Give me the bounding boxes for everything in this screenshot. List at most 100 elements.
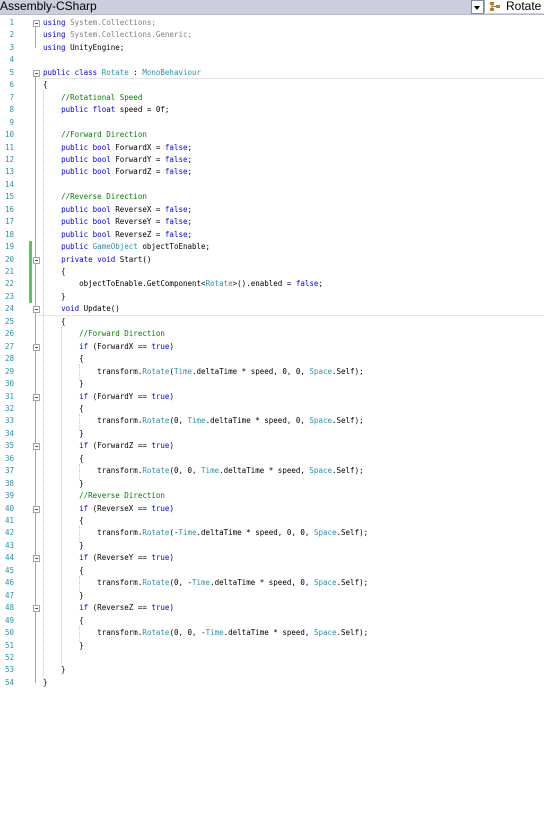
indent-guide [43,90,44,679]
code-line[interactable]: { [43,453,84,465]
code-line[interactable]: //Reverse Direction [43,191,147,203]
code-line[interactable]: } [43,378,84,390]
code-line[interactable]: if (ReverseX == true) [43,503,174,515]
line-number: 11 [4,142,14,152]
collapse-icon[interactable] [33,393,40,401]
code-line[interactable]: public bool ReverseZ = false; [43,229,192,241]
line-number: 28 [4,354,14,364]
code-line[interactable]: using System.Collections; [43,17,156,29]
collapse-icon[interactable] [33,20,40,27]
indent-guide [61,326,63,667]
line-number: 49 [4,615,14,625]
member-dropdown[interactable]: Rotate [484,0,544,13]
indent-guide [79,526,81,542]
chevron-down-icon [474,6,480,10]
line-number: 50 [4,628,14,638]
collapse-icon[interactable] [33,505,40,513]
collapse-icon[interactable] [33,306,40,314]
indent-guide [79,364,81,381]
line-number: 34 [4,428,14,438]
code-line[interactable]: transform.Rotate(0, Time.deltaTime * spe… [43,415,363,427]
code-line[interactable]: if (ReverseY == true) [43,552,174,564]
code-line[interactable]: //Rotational Speed [43,92,142,104]
code-line[interactable]: transform.Rotate(0, -Time.deltaTime * sp… [43,577,368,589]
code-line[interactable]: { [43,353,84,365]
collapse-icon[interactable] [33,555,40,563]
code-editor[interactable]: 1 using System.Collections; 2 using System.… [0,15,544,837]
code-line[interactable]: using System.Collections.Generic; [43,29,192,41]
code-line[interactable]: } [43,478,84,490]
line-number: 42 [4,528,14,538]
line-number: 4 [9,55,14,65]
code-line[interactable]: transform.Rotate(0, 0, Time.deltaTime * … [43,465,363,477]
collapse-icon[interactable] [33,443,40,451]
line-separator [38,314,544,316]
line-number: 27 [4,341,14,351]
project-dropdown[interactable]: Assembly-CSharp [0,0,97,13]
code-line[interactable]: transform.Rotate(0, 0, -Time.deltaTime *… [43,627,368,639]
code-line[interactable]: public bool ForwardY = false; [43,154,192,166]
code-line[interactable]: public bool ForwardZ = false; [43,166,192,178]
change-marker [29,241,32,304]
code-line[interactable]: } [43,291,66,303]
code-line[interactable]: { [43,316,66,328]
code-line[interactable]: } [43,540,84,552]
code-line[interactable]: { [43,615,84,627]
code-line[interactable]: } [43,640,84,652]
line-number: 44 [4,553,14,563]
code-line[interactable]: if (ForwardZ == true) [43,440,174,452]
code-line[interactable]: private void Start() [43,254,151,266]
line-number: 6 [9,80,14,90]
code-line[interactable]: if (ForwardY == true) [43,391,174,403]
line-number: 41 [4,516,14,525]
code-line[interactable]: public bool ReverseX = false; [43,204,192,216]
code-line[interactable]: transform.Rotate(-Time.deltaTime * speed… [43,527,368,539]
line-number: 13 [4,167,14,177]
outline-guide [35,450,36,484]
line-number: 26 [4,329,14,339]
code-line[interactable]: } [43,590,84,602]
code-line[interactable]: public class Rotate : MonoBehaviour [43,67,201,79]
code-line[interactable]: using UnityEngine; [43,42,124,54]
code-line[interactable]: { [43,515,84,527]
code-line[interactable]: } [43,428,84,440]
line-number: 5 [9,67,14,77]
collapse-icon[interactable] [33,605,40,613]
code-line[interactable]: public bool ForwardX = false; [43,142,192,154]
outline-guide [35,612,36,646]
project-dropdown-button[interactable] [471,0,484,14]
line-number: 8 [9,105,14,115]
outline-guide [35,263,36,297]
line-number: 25 [4,316,14,326]
outline-guide [35,27,36,48]
collapse-icon[interactable] [33,256,40,264]
outline-guide [35,562,36,596]
indent-guide [79,575,81,592]
code-line[interactable]: } [43,664,66,676]
code-line[interactable]: public float speed = 0f; [43,104,169,116]
line-number: 45 [4,565,14,575]
code-line[interactable]: public GameObject objectToEnable; [43,241,210,253]
code-line[interactable]: if (ReverseZ == true) [43,602,174,614]
code-line[interactable]: public bool ReverseY = false; [43,216,192,228]
line-number: 9 [9,117,14,127]
line-number: 20 [4,254,14,264]
code-line[interactable]: objectToEnable.GetComponent<Rotate>().en… [43,278,323,290]
collapse-icon[interactable] [33,343,40,351]
code-line[interactable]: { [43,565,84,577]
indent-guide [79,413,81,430]
code-line[interactable]: { [43,403,84,415]
line-number: 53 [4,665,14,675]
code-line[interactable]: if (ForwardX == true) [43,341,174,353]
code-line[interactable]: { [43,266,66,278]
code-line[interactable]: //Forward Direction [43,129,147,141]
line-number: 15 [4,192,14,202]
line-number: 16 [4,204,14,214]
line-number: 29 [4,366,14,376]
line-number: 43 [4,540,14,550]
line-number: 33 [4,416,14,426]
code-line[interactable]: transform.Rotate(Time.deltaTime * speed,… [43,366,363,378]
line-number: 36 [4,453,14,463]
code-line[interactable]: void Update() [43,303,120,315]
collapse-icon[interactable] [33,69,40,77]
